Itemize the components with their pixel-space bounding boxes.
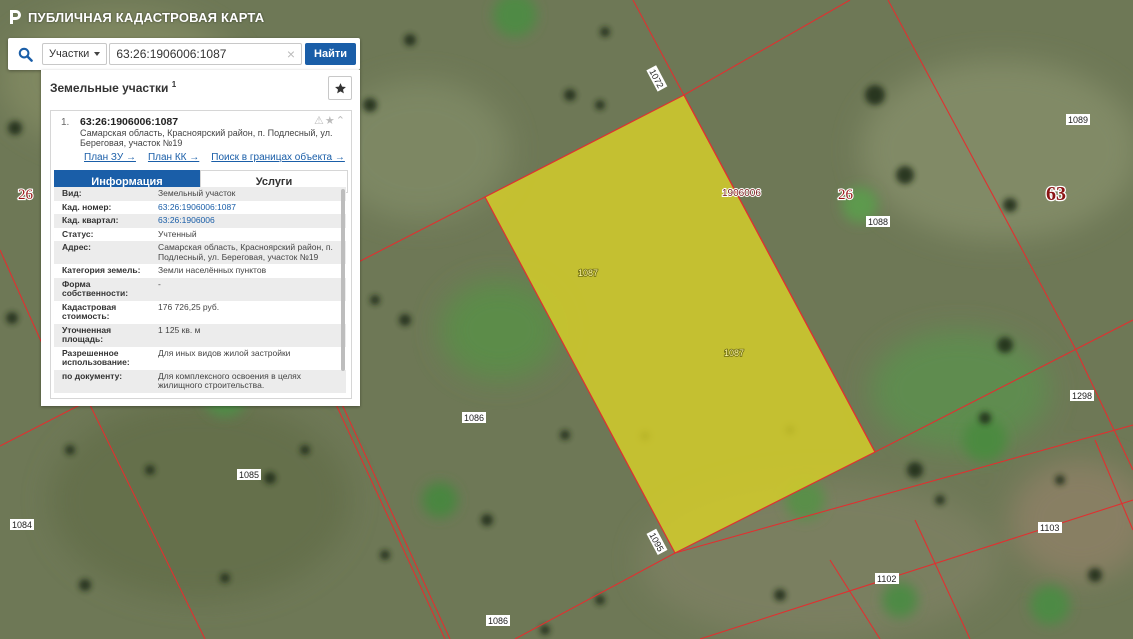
region-label: 63 [1046,183,1066,205]
parcel-label: 1084 [10,519,34,530]
chevron-up-icon[interactable]: ⌃ [336,114,345,127]
property-row: Кад. квартал: 63:26:1906006 [54,214,346,228]
property-key: Адрес: [62,242,91,252]
search-input[interactable] [116,47,283,61]
property-row: Разрешенное использование: Для иных видов… [54,347,346,370]
result-index: 1. [61,117,70,128]
svg-text:1103: 1103 [1040,523,1059,533]
result-tools: ⚠ ★ ⌃ [314,114,345,127]
svg-text:1088: 1088 [868,217,888,227]
svg-text:1086: 1086 [464,413,484,423]
svg-text:1087: 1087 [578,268,598,278]
star-outline-icon[interactable]: ★ [325,114,335,127]
result-address: Самарская область, Красноярский район, п… [80,128,333,148]
parcel-label: 1086 [486,615,510,626]
district-label-left: 26 [18,187,34,203]
property-row: Статус: Учтенный [54,228,346,242]
property-row: Кад. номер: 63:26:1906006:1087 [54,201,346,215]
parcel-label: 1088 [866,216,890,227]
search-icon-button[interactable] [8,38,42,70]
svg-text:1085: 1085 [239,470,259,480]
property-value: 1 125 кв. м [158,324,201,335]
property-value: 176 726,25 руб. [158,301,220,312]
property-row: Категория земель: Земли населённых пункто… [54,264,346,278]
property-key: Разрешенное использование: [62,347,130,367]
search-in-bounds-link[interactable]: Поиск в границах объекта → [211,152,345,163]
property-row: Кадастровая стоимость: 176 726,25 руб. [54,301,346,324]
svg-text:1102: 1102 [877,574,896,584]
chevron-down-icon [94,52,101,56]
search-icon [18,47,33,62]
panel-title-text: Земельные участки [50,80,169,95]
property-row: Уточненная площадь: 1 125 кв. м [54,323,346,347]
svg-text:1087: 1087 [724,348,744,358]
property-value: - [158,278,161,289]
parcel-label: 1298 [1070,390,1094,401]
property-row: Адрес: Самарская область, Красноярский ра… [54,241,346,264]
result-info: 63:26:1906006:1087 Самарская область, Кр… [80,116,345,148]
result-count: 1 [171,79,177,89]
property-key: по документу: [62,370,123,381]
search-button[interactable]: Найти [305,43,356,65]
clear-icon[interactable]: × [287,47,295,61]
quarter-label: 1906006 [722,188,761,199]
parcel-label: 1102 [875,573,899,584]
district-label-mid: 26 [838,187,854,203]
search-type-label: Участки [49,48,90,60]
property-row: Форма собственности: - [54,277,346,301]
scrollbar[interactable] [341,189,345,371]
parcel-label: 1087 [723,347,745,359]
parcel-label: 1087 [577,267,599,279]
parcel-label: 1086 [462,412,486,423]
app-title: ПУБЛИЧНАЯ КАДАСТРОВАЯ КАРТА [28,9,265,25]
property-value[interactable]: 63:26:1906006 [158,215,346,226]
warning-icon[interactable]: ⚠ [314,114,324,127]
property-key: Статус: [62,228,94,239]
property-row: Вид: Земельный участок [54,187,346,201]
results-panel: Земельные участки 1 1. 63:26:1906006:108… [41,70,360,406]
app-header: ПУБЛИЧНАЯ КАДАСТРОВАЯ КАРТА [8,9,264,25]
parcel-label: 1085 [237,469,261,480]
property-key: Вид: [62,188,82,198]
property-value: Земельный участок [158,188,236,198]
result-links: План ЗУ → План КК → Поиск в границах объ… [51,148,351,163]
properties-table: Вид: Земельный участок Кад. номер: 63:26:19… [54,187,346,393]
property-row: по документу: Для комплексного освоения в… [54,369,346,393]
plan-kk-link[interactable]: План КК → [148,152,199,163]
property-key: Кад. квартал: [62,215,119,225]
property-key: Уточненная площадь: [62,324,112,344]
svg-text:1084: 1084 [12,520,32,530]
parcel-label: 1089 [1066,114,1090,125]
search-field: × [109,43,303,65]
panel-header: Земельные участки 1 [41,70,360,104]
svg-text:1298: 1298 [1072,391,1092,401]
favorite-button[interactable] [328,76,352,100]
parcel-label: 1103 [1038,522,1062,533]
property-key: Кад. номер: [62,201,112,212]
svg-text:1086: 1086 [488,616,508,626]
property-key: Кадастровая стоимость: [62,301,117,321]
panel-title: Земельные участки 1 [50,80,176,95]
property-value: Учтенный [158,228,197,239]
plan-zu-link[interactable]: План ЗУ → [84,152,136,163]
property-value[interactable]: 63:26:1906006:1087 [158,202,346,213]
star-icon [334,82,346,93]
result-cadastral-number[interactable]: 63:26:1906006:1087 [80,116,345,128]
property-value: Земли населённых пунктов [158,265,267,275]
property-value: Для комплексного освоения в целях жилищн… [158,370,302,390]
result-head: 1. 63:26:1906006:1087 Самарская область,… [51,111,351,148]
property-value: Для иных видов жилой застройки [158,347,291,358]
search-bar: Участки × Найти [8,38,360,70]
svg-text:1089: 1089 [1068,115,1088,125]
rosreestr-logo-icon [10,10,21,24]
search-type-select[interactable]: Участки [42,43,108,65]
property-value: Самарская область, Красноярский район, п… [158,242,333,262]
result-card[interactable]: 1. 63:26:1906006:1087 Самарская область,… [50,110,352,399]
property-key: Категория земель: [62,265,141,275]
property-key: Форма собственности: [62,278,129,298]
